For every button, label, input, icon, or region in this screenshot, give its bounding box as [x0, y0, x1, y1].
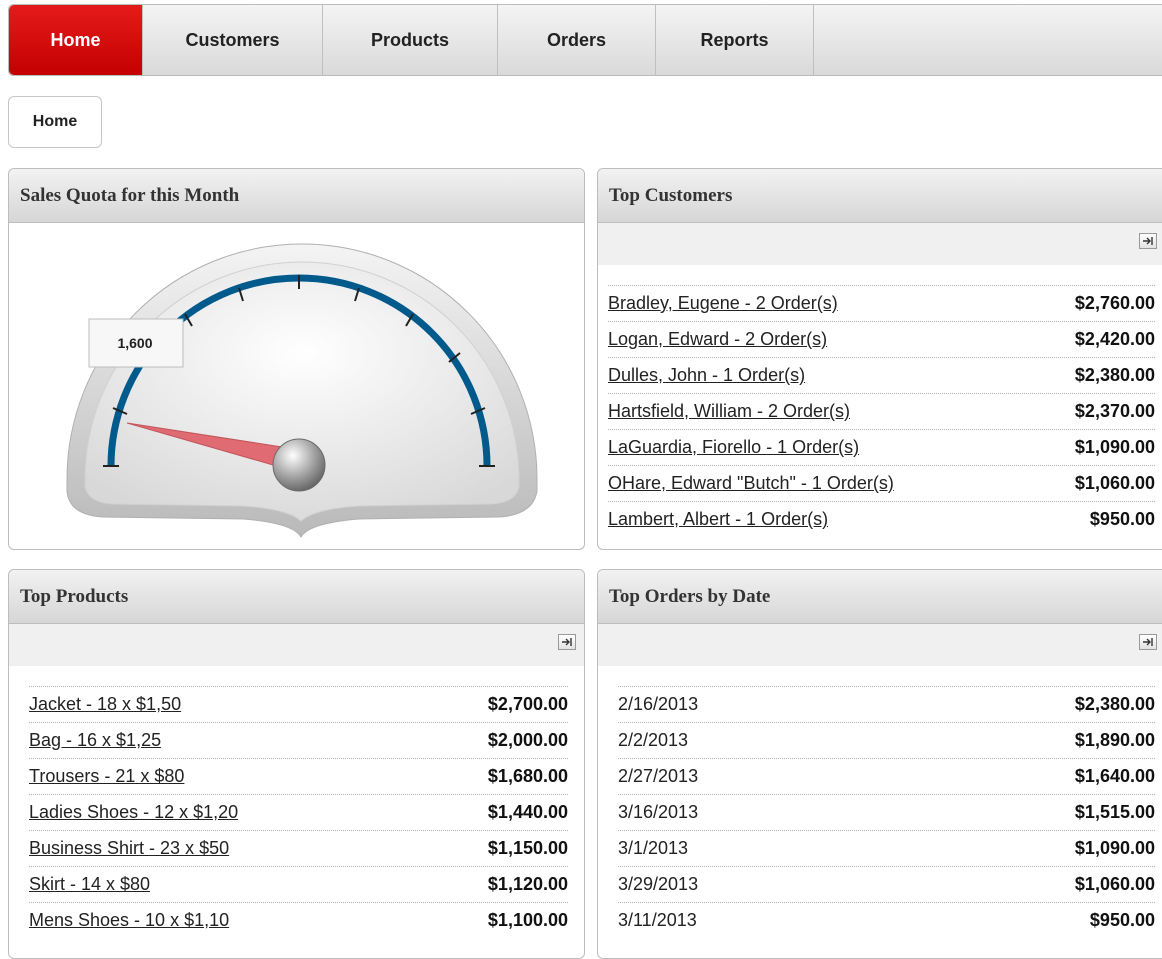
top-orders-region: Top Orders by Date 2/16/2013 $2,380.00 2/…	[597, 569, 1162, 959]
product-link[interactable]: Ladies Shoes - 12 x $1,20	[29, 802, 238, 823]
product-link[interactable]: Mens Shoes - 10 x $1,10	[29, 910, 229, 931]
order-date: 3/11/2013	[618, 910, 697, 930]
order-date: 2/16/2013	[618, 694, 699, 714]
tab-orders[interactable]: Orders	[498, 5, 656, 75]
gauge-value-label: 1,600	[117, 335, 152, 351]
list-item: OHare, Edward "Butch" - 1 Order(s) $1,060…	[608, 465, 1155, 501]
customer-amount: $1,060.00	[1074, 473, 1155, 493]
order-amount: $1,640.00	[1074, 766, 1155, 786]
order-amount: $1,060.00	[1074, 874, 1155, 894]
top-products-region: Top Products Jacket - 18 x $1,50 $2,700.0…	[8, 569, 585, 959]
breadcrumb: Home	[8, 96, 102, 148]
order-amount: $1,090.00	[1074, 838, 1155, 858]
customer-link[interactable]: Hartsfield, William - 2 Order(s)	[608, 401, 850, 422]
order-amount: $950.00	[1089, 910, 1155, 930]
product-amount: $1,150.00	[487, 838, 568, 858]
list-item: 3/1/2013 $1,090.00	[618, 830, 1155, 866]
customer-link[interactable]: Dulles, John - 1 Order(s)	[608, 365, 805, 386]
top-orders-expand-button[interactable]	[1139, 634, 1157, 650]
list-item: 3/29/2013 $1,060.00	[618, 866, 1155, 902]
product-amount: $1,680.00	[487, 766, 568, 786]
main-navigation: Home Customers Products Orders Reports	[8, 4, 1162, 76]
list-item: LaGuardia, Fiorello - 1 Order(s) $1,090.0…	[608, 429, 1155, 465]
customer-link[interactable]: Lambert, Albert - 1 Order(s)	[608, 509, 828, 530]
order-date: 3/1/2013	[618, 838, 689, 858]
top-products-title: Top Products	[9, 570, 584, 624]
gauge-graphic: 1,600	[66, 243, 538, 539]
arrow-right-icon	[1143, 237, 1153, 245]
list-item: Dulles, John - 1 Order(s) $2,380.00	[608, 357, 1155, 393]
top-customers-title: Top Customers	[598, 169, 1162, 223]
list-item: Mens Shoes - 10 x $1,10 $1,100.00	[29, 902, 568, 938]
top-orders-title: Top Orders by Date	[598, 570, 1162, 624]
order-amount: $1,890.00	[1074, 730, 1155, 750]
list-item: Business Shirt - 23 x $50 $1,150.00	[29, 830, 568, 866]
list-item: Ladies Shoes - 12 x $1,20 $1,440.00	[29, 794, 568, 830]
customer-amount: $2,380.00	[1074, 365, 1155, 385]
list-item: Trousers - 21 x $80 $1,680.00	[29, 758, 568, 794]
gauge-hub	[272, 438, 326, 492]
order-date: 3/29/2013	[618, 874, 699, 894]
top-customers-region: Top Customers Bradley, Eugene - 2 Order(…	[597, 168, 1162, 550]
product-amount: $2,000.00	[487, 730, 568, 750]
list-item: Jacket - 18 x $1,50 $2,700.00	[29, 686, 568, 722]
order-date: 3/16/2013	[618, 802, 699, 822]
list-item: Logan, Edward - 2 Order(s) $2,420.00	[608, 321, 1155, 357]
top-products-list: Jacket - 18 x $1,50 $2,700.00 Bag - 16 x …	[9, 666, 584, 938]
top-orders-toolbar	[598, 624, 1162, 666]
order-date: 2/2/2013	[618, 730, 689, 750]
customer-link[interactable]: Logan, Edward - 2 Order(s)	[608, 329, 827, 350]
tab-customers[interactable]: Customers	[143, 5, 323, 75]
top-customers-expand-button[interactable]	[1139, 233, 1157, 249]
sales-quota-region: Sales Quota for this Month 1,600	[8, 168, 585, 550]
top-customers-toolbar	[598, 223, 1162, 265]
list-item: 3/16/2013 $1,515.00	[618, 794, 1155, 830]
list-item: Lambert, Albert - 1 Order(s) $950.00	[608, 501, 1155, 537]
tab-reports[interactable]: Reports	[656, 5, 814, 75]
list-item: Hartsfield, William - 2 Order(s) $2,370.0…	[608, 393, 1155, 429]
list-item: 2/27/2013 $1,640.00	[618, 758, 1155, 794]
product-amount: $1,440.00	[487, 802, 568, 822]
product-amount: $2,700.00	[487, 694, 568, 714]
product-link[interactable]: Jacket - 18 x $1,50	[29, 694, 181, 715]
list-item: Skirt - 14 x $80 $1,120.00	[29, 866, 568, 902]
customer-amount: $950.00	[1089, 509, 1155, 529]
top-products-expand-button[interactable]	[558, 634, 576, 650]
tab-home[interactable]: Home	[9, 5, 143, 75]
product-link[interactable]: Bag - 16 x $1,25	[29, 730, 161, 751]
customer-link[interactable]: Bradley, Eugene - 2 Order(s)	[608, 293, 838, 314]
order-date: 2/27/2013	[618, 766, 699, 786]
arrow-right-icon	[1143, 638, 1153, 646]
customer-amount: $2,370.00	[1074, 401, 1155, 421]
product-link[interactable]: Trousers - 21 x $80	[29, 766, 184, 787]
list-item: Bradley, Eugene - 2 Order(s) $2,760.00	[608, 285, 1155, 321]
list-item: 3/11/2013 $950.00	[618, 902, 1155, 938]
top-orders-list: 2/16/2013 $2,380.00 2/2/2013 $1,890.00 2/2…	[598, 666, 1162, 938]
top-products-toolbar	[9, 624, 584, 666]
tab-products[interactable]: Products	[323, 5, 498, 75]
list-item: 2/2/2013 $1,890.00	[618, 722, 1155, 758]
order-amount: $1,515.00	[1074, 802, 1155, 822]
product-link[interactable]: Business Shirt - 23 x $50	[29, 838, 229, 859]
list-item: 2/16/2013 $2,380.00	[618, 686, 1155, 722]
customer-amount: $2,420.00	[1074, 329, 1155, 349]
order-amount: $2,380.00	[1074, 694, 1155, 714]
list-item: Bag - 16 x $1,25 $2,000.00	[29, 722, 568, 758]
gauge: 1,600	[9, 223, 584, 549]
top-customers-list: Bradley, Eugene - 2 Order(s) $2,760.00 Lo…	[598, 265, 1162, 537]
customer-link[interactable]: LaGuardia, Fiorello - 1 Order(s)	[608, 437, 859, 458]
product-link[interactable]: Skirt - 14 x $80	[29, 874, 150, 895]
customer-link[interactable]: OHare, Edward "Butch" - 1 Order(s)	[608, 473, 894, 494]
customer-amount: $2,760.00	[1074, 293, 1155, 313]
customer-amount: $1,090.00	[1074, 437, 1155, 457]
sales-quota-title: Sales Quota for this Month	[9, 169, 584, 223]
product-amount: $1,100.00	[487, 910, 568, 930]
product-amount: $1,120.00	[487, 874, 568, 894]
arrow-right-icon	[562, 638, 572, 646]
